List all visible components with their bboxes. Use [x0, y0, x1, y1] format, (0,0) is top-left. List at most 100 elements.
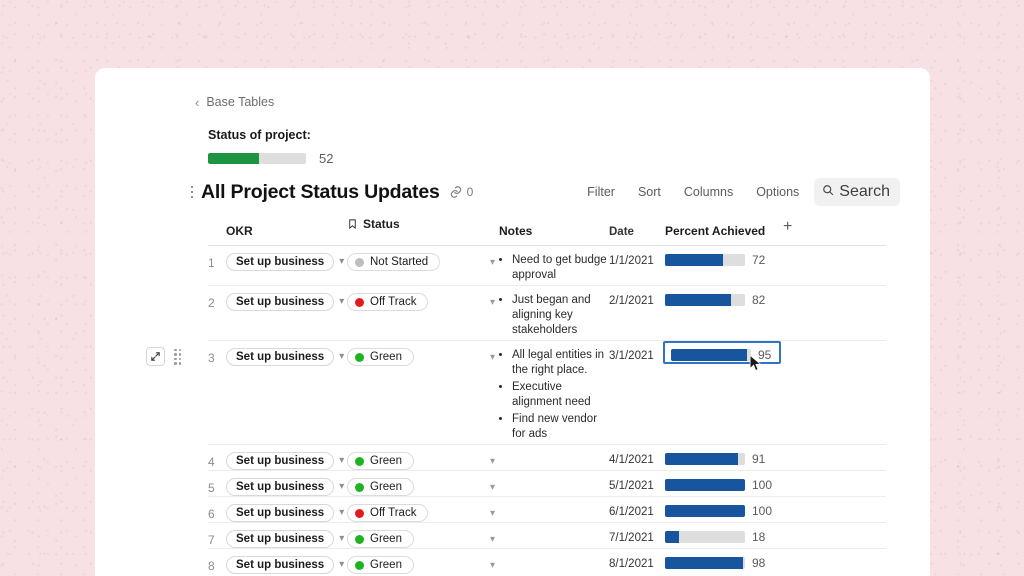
column-header-date[interactable]: Date	[609, 217, 665, 238]
cell-percent[interactable]: 100	[665, 497, 783, 518]
chevron-down-icon[interactable]: ▾	[339, 257, 344, 267]
cell-status[interactable]: Green▾	[347, 341, 499, 366]
chevron-down-icon[interactable]: ▾	[339, 534, 344, 544]
table-row[interactable]: 2Set up business▾Off Track▾Just began an…	[208, 286, 886, 341]
chevron-down-icon[interactable]: ▾	[339, 560, 344, 570]
cell-okr[interactable]: Set up business▾	[226, 523, 347, 548]
table-row[interactable]: 7Set up business▾Green▾7/1/202118	[208, 523, 886, 549]
cell-notes[interactable]	[499, 497, 609, 504]
status-label: Not Started	[370, 256, 428, 268]
cell-notes[interactable]: All legal entities in the right place.Ex…	[499, 341, 609, 444]
percent-value: 18	[752, 530, 765, 544]
cell-status[interactable]: Green▾	[347, 549, 499, 574]
cell-percent[interactable]: 18	[665, 523, 783, 544]
cell-okr[interactable]: Set up business▾	[226, 246, 347, 271]
breadcrumb[interactable]: ‹ Base Tables	[195, 95, 274, 109]
note-item: Just began and aligning key stakeholders	[512, 293, 609, 338]
table-row[interactable]: 5Set up business▾Green▾ 5/1/2021100	[208, 471, 886, 497]
status-badge: Not Started	[347, 253, 440, 271]
column-header-okr[interactable]: OKR	[226, 217, 347, 238]
cell-status[interactable]: Off Track▾	[347, 497, 499, 522]
cell-notes[interactable]	[499, 523, 609, 530]
status-dot-icon	[355, 258, 364, 267]
cell-date[interactable]: 3/1/2021	[609, 341, 665, 362]
cell-percent[interactable]: 98	[665, 549, 783, 570]
cell-okr[interactable]: Set up business▾	[226, 286, 347, 311]
cell-notes[interactable]: Need to get budge approval	[499, 246, 609, 285]
chevron-down-icon[interactable]: ▾	[490, 534, 499, 545]
table-row[interactable]: 3Set up business▾Green▾All legal entitie…	[208, 341, 886, 445]
column-header-status-label: Status	[363, 217, 400, 231]
cell-percent[interactable]: 91	[665, 445, 783, 466]
link-count-chip[interactable]: 0	[449, 185, 474, 199]
cell-status[interactable]: Green ▾	[347, 523, 499, 548]
add-column-button[interactable]: +	[783, 217, 886, 236]
cell-status[interactable]: Green ▾	[347, 445, 499, 470]
row-number: 5	[208, 471, 226, 495]
table-row[interactable]: 4Set up business▾Green▾4/1/202191	[208, 445, 886, 471]
sort-button[interactable]: Sort	[630, 181, 669, 203]
chevron-down-icon[interactable]: ▾	[490, 482, 499, 493]
cell-date[interactable]: 5/1/2021	[609, 471, 665, 492]
table-header-row: OKR Status Notes Date Percent Achieved +	[208, 213, 886, 246]
table-toolbar: Filter Sort Columns Options Search	[579, 178, 900, 206]
filter-button[interactable]: Filter	[579, 181, 623, 203]
cell-okr[interactable]: Set up business▾	[226, 471, 347, 496]
cell-status[interactable]: Green▾	[347, 471, 499, 496]
cell-percent[interactable]: 100	[665, 471, 783, 492]
cell-percent[interactable]: 82	[665, 286, 783, 307]
status-badge: Green	[347, 452, 414, 470]
percent-value: 98	[752, 556, 765, 570]
chevron-down-icon[interactable]: ▾	[339, 482, 344, 492]
chevron-down-icon[interactable]: ▾	[490, 456, 499, 467]
cell-date[interactable]: 1/1/2021	[609, 246, 665, 267]
percent-progress-bar	[665, 505, 745, 517]
table-row[interactable]: 6Set up business▾Off Track▾ 6/1/2021 100	[208, 497, 886, 523]
chevron-down-icon[interactable]: ▾	[339, 456, 344, 466]
cell-date[interactable]: 4/1/2021	[609, 445, 665, 466]
chevron-down-icon[interactable]: ▾	[490, 560, 499, 571]
cell-spacer	[781, 341, 886, 342]
options-button[interactable]: Options	[748, 181, 807, 203]
cell-notes[interactable]	[499, 549, 609, 556]
chevron-down-icon[interactable]: ▾	[490, 508, 499, 519]
cell-date[interactable]: 6/1/2021	[609, 497, 665, 518]
table-row[interactable]: 8Set up business▾Green▾8/1/202198	[208, 549, 886, 574]
expand-row-icon[interactable]	[146, 347, 165, 366]
cell-okr[interactable]: Set up business ▾	[226, 549, 347, 574]
cell-okr[interactable]: Set up business▾	[226, 445, 347, 470]
okr-value: Set up business	[226, 556, 334, 574]
columns-button[interactable]: Columns	[676, 181, 741, 203]
chevron-down-icon[interactable]: ▾	[339, 352, 344, 362]
plus-icon: +	[783, 218, 792, 235]
row-number: 6	[208, 497, 226, 521]
column-header-percent[interactable]: Percent Achieved	[665, 217, 783, 238]
cell-date[interactable]: 2/1/2021	[609, 286, 665, 307]
kebab-menu-icon[interactable]	[185, 183, 199, 201]
cell-spacer	[783, 286, 886, 287]
cell-okr[interactable]: Set up business▾	[226, 341, 347, 366]
drag-handle-icon[interactable]	[174, 349, 181, 365]
percent-value: 100	[752, 504, 772, 518]
chevron-down-icon[interactable]: ▾	[339, 297, 344, 307]
search-button[interactable]: Search	[814, 178, 900, 206]
cell-status[interactable]: Off Track▾	[347, 286, 499, 311]
cell-status[interactable]: Not Started▾	[347, 246, 499, 271]
cell-spacer	[783, 445, 886, 446]
cell-notes[interactable]	[499, 471, 609, 478]
table-row[interactable]: 1Set up business▾Not Started▾Need to get…	[208, 246, 886, 286]
status-dot-icon	[355, 535, 364, 544]
percent-progress-bar	[665, 531, 745, 543]
column-header-status[interactable]: Status	[347, 217, 499, 231]
cell-notes[interactable]: Just began and aligning key stakeholders	[499, 286, 609, 340]
cell-notes[interactable]	[499, 445, 609, 452]
cell-percent[interactable]: 72	[665, 246, 783, 267]
column-header-notes[interactable]: Notes	[499, 217, 609, 238]
status-badge: Green	[347, 530, 414, 548]
chevron-down-icon[interactable]: ▾	[339, 508, 344, 518]
cell-date[interactable]: 7/1/2021	[609, 523, 665, 544]
status-label: Green	[370, 533, 402, 545]
cell-okr[interactable]: Set up business▾	[226, 497, 347, 522]
cell-date[interactable]: 8/1/2021	[609, 549, 665, 570]
cell-percent[interactable]: 95	[663, 341, 781, 364]
